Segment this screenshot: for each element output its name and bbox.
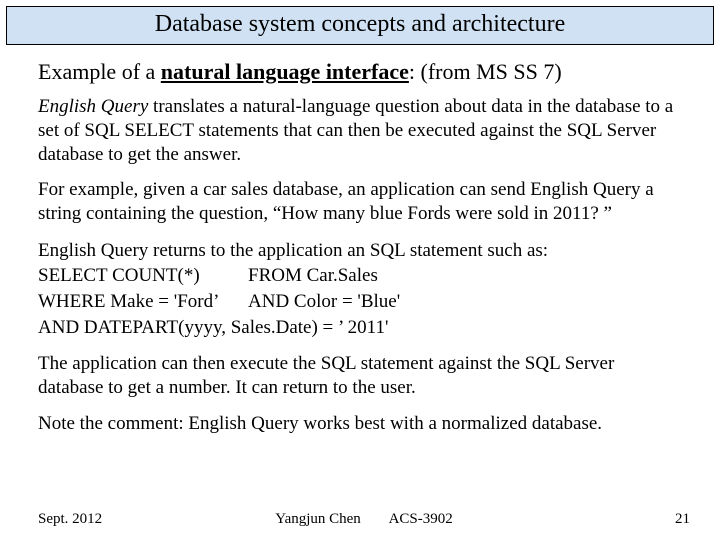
sql-row-2: WHERE Make = 'Ford’ AND Color = 'Blue'	[38, 289, 682, 315]
sql-block: English Query returns to the application…	[38, 238, 682, 341]
footer-center: Yangjun Chen ACS-3902	[38, 511, 690, 528]
footer-course: ACS-3902	[389, 511, 453, 527]
sql-r2c1: WHERE Make = 'Ford’	[38, 289, 248, 315]
heading-term: natural language interface	[161, 59, 409, 84]
sql-r1c1: SELECT COUNT(*)	[38, 263, 248, 289]
heading-prefix: Example of a	[38, 59, 161, 84]
sql-row-3: AND DATEPART(yyyy, Sales.Date) = ’ 2011'	[38, 315, 682, 341]
paragraph-3: The application can then execute the SQL…	[38, 352, 682, 400]
sql-intro: English Query returns to the application…	[38, 238, 682, 264]
footer-author: Yangjun Chen	[275, 511, 361, 527]
slide-content: Example of a natural language interface:…	[0, 45, 720, 436]
paragraph-4: Note the comment: English Query works be…	[38, 412, 682, 436]
slide: Database system concepts and architectur…	[0, 6, 720, 546]
slide-title: Database system concepts and architectur…	[6, 6, 714, 45]
sql-r2c2: AND Color = 'Blue'	[248, 289, 682, 315]
sql-r1c2: FROM Car.Sales	[248, 263, 682, 289]
heading-suffix: : (from MS SS 7)	[409, 59, 562, 84]
paragraph-1: English Query translates a natural-langu…	[38, 95, 682, 166]
paragraph-1-lead: English Query	[38, 96, 148, 117]
sql-row-1: SELECT COUNT(*) FROM Car.Sales	[38, 263, 682, 289]
footer: Sept. 2012 Yangjun Chen ACS-3902 21	[38, 511, 690, 528]
paragraph-2: For example, given a car sales database,…	[38, 178, 682, 226]
heading: Example of a natural language interface:…	[38, 59, 682, 85]
